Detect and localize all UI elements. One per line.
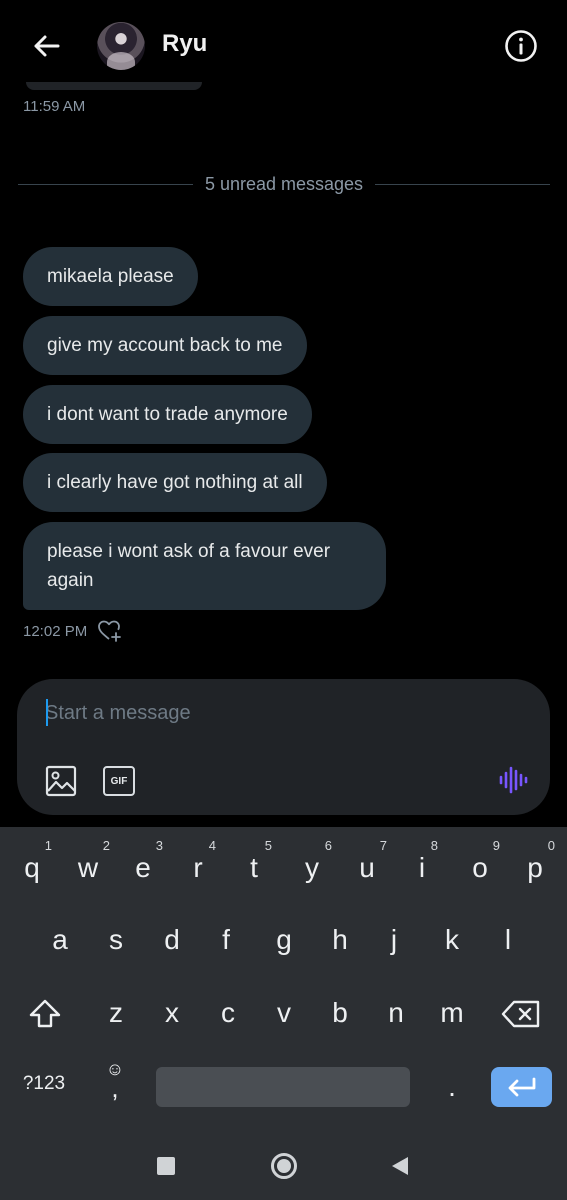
voice-waveform-icon <box>499 766 528 794</box>
voice-message-button[interactable] <box>498 765 528 795</box>
text-cursor <box>46 699 48 726</box>
key-label: t <box>250 852 258 883</box>
message-bubble[interactable]: please i wont ask of a favour ever again <box>23 522 386 610</box>
key-q[interactable]: q1 <box>20 838 52 884</box>
emoji-comma-key[interactable]: ☺ , <box>102 1060 128 1103</box>
triangle-back-icon <box>392 1157 408 1175</box>
key-c[interactable]: c <box>216 997 240 1029</box>
system-navigation-bar <box>0 1130 567 1200</box>
backspace-key[interactable] <box>500 999 542 1031</box>
key-label: u <box>359 852 375 883</box>
enter-key[interactable] <box>491 1067 552 1107</box>
conversation-header: Ryu <box>0 0 567 92</box>
key-i[interactable]: i8 <box>414 838 438 884</box>
key-label: q <box>24 852 40 883</box>
key-label: r <box>193 852 203 883</box>
key-hint: 2 <box>102 838 110 853</box>
key-x[interactable]: x <box>160 997 184 1029</box>
contact-name[interactable]: Ryu <box>162 30 207 58</box>
info-button[interactable] <box>503 28 539 64</box>
arrow-left-icon <box>34 35 60 57</box>
key-h[interactable]: h <box>328 924 352 956</box>
key-t[interactable]: t5 <box>244 838 272 884</box>
key-f[interactable]: f <box>216 924 236 956</box>
shift-icon <box>29 999 61 1028</box>
key-e[interactable]: e3 <box>131 838 163 884</box>
key-w[interactable]: w2 <box>74 838 110 884</box>
unread-label: 5 unread messages <box>204 173 364 194</box>
symbols-key[interactable]: ?123 <box>18 1073 70 1095</box>
key-label: e <box>135 852 151 883</box>
add-image-button[interactable] <box>45 765 77 797</box>
key-z[interactable]: z <box>104 997 128 1029</box>
message-input[interactable] <box>45 697 515 729</box>
key-g[interactable]: g <box>272 924 296 956</box>
key-n[interactable]: n <box>384 997 408 1029</box>
key-hint: 0 <box>547 838 555 853</box>
period-key[interactable]: . <box>440 1071 464 1103</box>
home-button[interactable] <box>271 1153 297 1179</box>
key-hint: 1 <box>44 838 52 853</box>
add-gif-button[interactable]: GIF <box>103 766 135 796</box>
key-b[interactable]: b <box>328 997 352 1029</box>
key-hint: 9 <box>492 838 500 853</box>
comma-label: , <box>111 1073 119 1103</box>
key-v[interactable]: v <box>272 997 296 1029</box>
divider-line <box>18 183 193 185</box>
message-timestamp: 11:59 AM <box>23 98 86 115</box>
message-bubble[interactable]: i dont want to trade anymore <box>23 385 312 444</box>
shift-key[interactable] <box>26 998 64 1032</box>
message-bubble[interactable]: i clearly have got nothing at all <box>23 453 327 512</box>
key-a[interactable]: a <box>48 924 72 956</box>
enter-arrow-icon <box>508 1077 535 1097</box>
key-o[interactable]: o9 <box>468 838 500 884</box>
key-hint: 7 <box>379 838 387 853</box>
key-hint: 8 <box>430 838 438 853</box>
key-label: p <box>527 852 543 883</box>
key-m[interactable]: m <box>436 997 468 1029</box>
unread-divider: 5 unread messages <box>18 172 551 196</box>
home-dot <box>277 1159 291 1173</box>
divider-line <box>375 183 551 185</box>
key-y[interactable]: y6 <box>300 838 332 884</box>
image-icon <box>45 765 77 797</box>
key-label: w <box>77 852 99 883</box>
message-meta: 12:02 PM <box>23 619 123 643</box>
key-label: y <box>305 852 319 883</box>
message-timestamp: 12:02 PM <box>23 622 88 640</box>
key-s[interactable]: s <box>104 924 128 956</box>
key-label: i <box>418 852 426 883</box>
heart-plus-icon <box>98 620 122 642</box>
key-hint: 4 <box>208 838 216 853</box>
message-composer: GIF <box>17 679 550 815</box>
key-l[interactable]: l <box>500 924 516 956</box>
space-key[interactable] <box>156 1067 410 1107</box>
key-hint: 6 <box>324 838 332 853</box>
avatar[interactable] <box>97 22 145 70</box>
key-r[interactable]: r4 <box>188 838 216 884</box>
back-nav-button[interactable] <box>390 1156 410 1181</box>
key-u[interactable]: u7 <box>355 838 387 884</box>
recents-button[interactable] <box>157 1157 175 1175</box>
key-hint: 5 <box>264 838 272 853</box>
key-k[interactable]: k <box>440 924 464 956</box>
key-p[interactable]: p0 <box>523 838 555 884</box>
previous-message-bubble <box>26 82 202 90</box>
message-bubble[interactable]: mikaela please <box>23 247 198 306</box>
back-button[interactable] <box>28 28 64 64</box>
backspace-icon <box>501 1000 540 1028</box>
key-d[interactable]: d <box>160 924 184 956</box>
message-bubble[interactable]: give my account back to me <box>23 316 307 375</box>
key-label: o <box>472 852 488 883</box>
react-button[interactable] <box>97 619 123 643</box>
info-icon <box>505 30 537 62</box>
key-j[interactable]: j <box>386 924 402 956</box>
key-hint: 3 <box>155 838 163 853</box>
